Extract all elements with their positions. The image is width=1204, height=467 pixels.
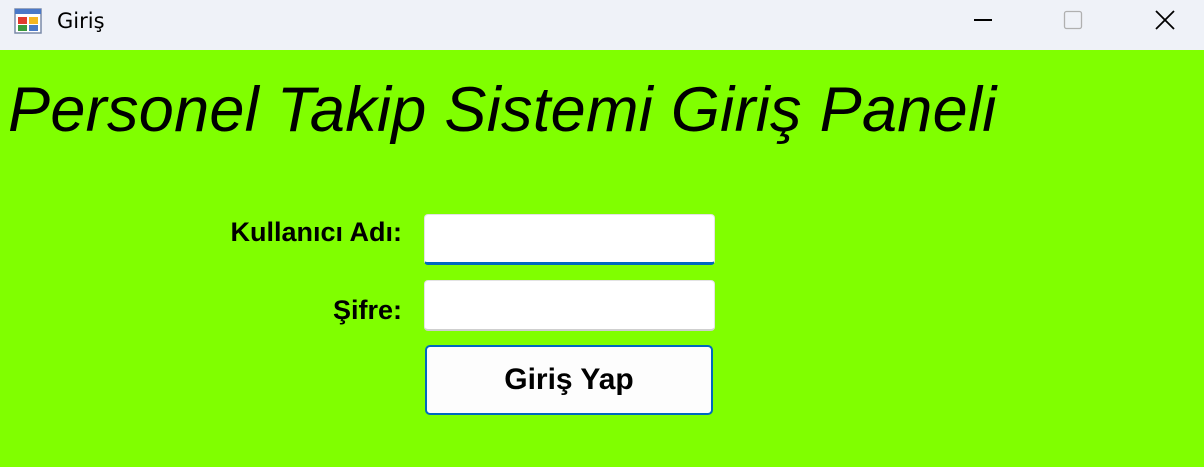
app-form-icon — [14, 8, 42, 34]
password-label: Şifre: — [332, 295, 402, 325]
login-window: Giriş Personel Takip Sistemi Giriş Panel… — [0, 0, 1204, 467]
password-input[interactable] — [424, 280, 715, 331]
username-input[interactable] — [424, 214, 715, 265]
title-bar[interactable]: Giriş — [0, 0, 1204, 50]
minimize-icon — [974, 19, 992, 21]
maximize-icon — [1063, 10, 1083, 30]
window-title: Giriş — [57, 9, 105, 33]
minimize-button[interactable] — [947, 0, 1019, 40]
close-icon — [1155, 10, 1175, 30]
close-button[interactable] — [1129, 0, 1201, 40]
username-label: Kullanıcı Adı: — [230, 217, 402, 247]
maximize-button[interactable] — [1037, 0, 1109, 40]
page-title: Personel Takip Sistemi Giriş Paneli — [8, 75, 997, 145]
login-button[interactable]: Giriş Yap — [425, 345, 713, 415]
form-client-area: Personel Takip Sistemi Giriş Paneli Kull… — [0, 50, 1204, 467]
